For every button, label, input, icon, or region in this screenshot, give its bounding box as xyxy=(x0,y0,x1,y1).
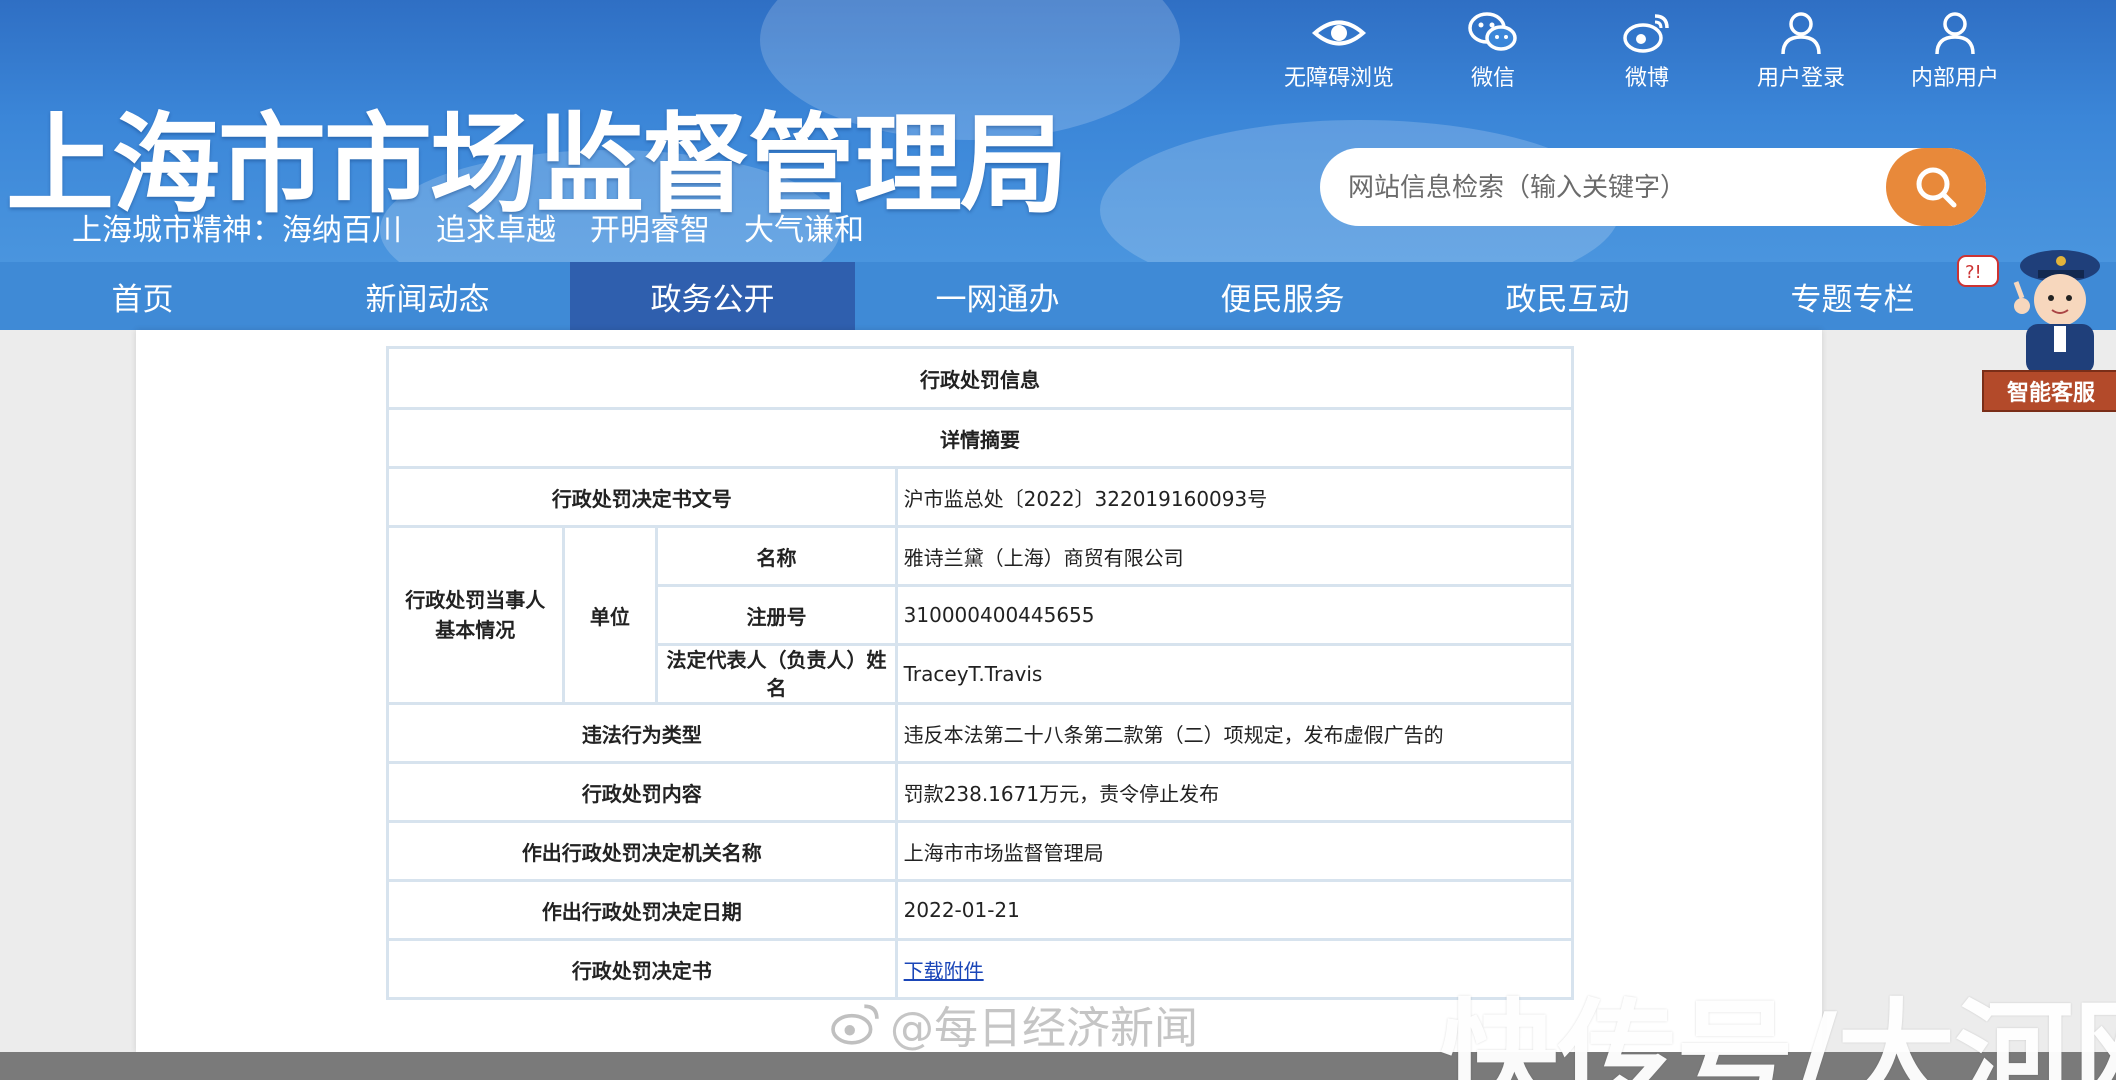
user-icon xyxy=(1935,12,1975,55)
table-row: 作出行政处罚决定机关名称 上海市市场监督管理局 xyxy=(386,820,1575,882)
page: 上海市市场监督管理局 上海城市精神：海纳百川 追求卓越 开明睿智 大气谦和 无障碍浏览 xyxy=(0,0,2116,1080)
slogan-part: 大气谦和 xyxy=(744,213,864,248)
nav-item-interaction[interactable]: 政民互动 xyxy=(1425,262,1710,330)
eye-icon xyxy=(1311,20,1367,46)
name-label: 名称 xyxy=(655,525,898,587)
weibo-icon xyxy=(831,1004,879,1045)
weibo-icon xyxy=(1623,14,1669,53)
penalty-content-value: 罚款238.1671万元，责令停止发布 xyxy=(894,761,1575,823)
customer-service-mascot-icon: ?! xyxy=(1957,250,2100,374)
violation-type-value: 违反本法第二十八条第二款第（二）项规定，发布虚假广告的 xyxy=(894,702,1575,764)
user-login-button[interactable]: 用户登录 xyxy=(1724,10,1878,92)
main-nav: 首页 新闻动态 政务公开 一网通办 便民服务 政民互动 专题专栏 xyxy=(0,262,2116,330)
table-summary-heading: 详情摘要 xyxy=(386,407,1574,469)
search-button[interactable] xyxy=(1886,148,1986,226)
smart-customer-service[interactable]: ?! 智能客服 xyxy=(1956,236,2116,412)
accessibility-button[interactable]: 无障碍浏览 xyxy=(1262,10,1416,92)
doc-number-label: 行政处罚决定书文号 xyxy=(386,466,898,528)
table-row: 行政处罚决定书文号 沪市监总处〔2022〕322019160093号 xyxy=(386,466,1575,528)
source-watermark: 快传号/大河网 xyxy=(1440,987,2116,1080)
customer-service-label[interactable]: 智能客服 xyxy=(1982,370,2116,412)
nav-item-government-affairs[interactable]: 政务公开 xyxy=(570,262,855,330)
search-input[interactable] xyxy=(1346,148,1870,228)
penalty-content-label: 行政处罚内容 xyxy=(386,761,898,823)
table-row: 行政处罚决定书 下载附件 xyxy=(386,938,1575,1000)
table-row: 作出行政处罚决定日期 2022-01-21 xyxy=(386,879,1575,941)
internal-user-label: 内部用户 xyxy=(1910,66,1999,91)
table-row: 行政处罚信息 xyxy=(386,346,1574,410)
table-row: 详情摘要 xyxy=(386,407,1574,469)
nav-item-one-network[interactable]: 一网通办 xyxy=(855,262,1140,330)
nav-item-public-service[interactable]: 便民服务 xyxy=(1140,262,1425,330)
user-icon xyxy=(1781,12,1821,55)
watermark-text: @每日经济新闻 xyxy=(890,1003,1198,1054)
legal-rep-label: 法定代表人（负责人）姓名 xyxy=(655,643,898,705)
nav-item-news[interactable]: 新闻动态 xyxy=(285,262,570,330)
internal-user-button[interactable]: 内部用户 xyxy=(1878,10,2032,92)
weibo-watermark: @每日经济新闻 xyxy=(826,992,1198,1056)
decision-doc-label: 行政处罚决定书 xyxy=(386,938,898,1000)
registration-label: 注册号 xyxy=(655,584,898,646)
table-row: 违法行为类型 违反本法第二十八条第二款第（二）项规定，发布虚假广告的 xyxy=(386,702,1575,764)
registration-value: 310000400445655 xyxy=(894,584,1575,646)
city-slogan: 上海城市精神：海纳百川 追求卓越 开明睿智 大气谦和 xyxy=(72,205,898,249)
legal-rep-value: TraceyT.Travis xyxy=(894,643,1575,705)
doc-number-value: 沪市监总处〔2022〕322019160093号 xyxy=(894,466,1575,528)
user-login-label: 用户登录 xyxy=(1756,66,1845,91)
wechat-label: 微信 xyxy=(1470,66,1515,91)
nav-item-special-topics[interactable]: 专题专栏 xyxy=(1710,262,1995,330)
weibo-label: 微博 xyxy=(1624,66,1669,91)
unit-label: 单位 xyxy=(561,525,659,705)
top-toolbar: 无障碍浏览 微信 微博 用户登录 内部用户 xyxy=(1262,10,2032,92)
slogan-part: 开明睿智 xyxy=(590,213,710,248)
decision-date-label: 作出行政处罚决定日期 xyxy=(386,879,898,941)
authority-value: 上海市市场监督管理局 xyxy=(894,820,1575,882)
weibo-button[interactable]: 微博 xyxy=(1570,10,1724,92)
download-attachment-link[interactable]: 下载附件 xyxy=(904,959,984,983)
authority-label: 作出行政处罚决定机关名称 xyxy=(386,820,898,882)
name-value: 雅诗兰黛（上海）商贸有限公司 xyxy=(894,525,1575,587)
nav-item-home[interactable]: 首页 xyxy=(0,262,285,330)
search-icon xyxy=(1916,167,1957,208)
site-header: 上海市市场监督管理局 上海城市精神：海纳百川 追求卓越 开明睿智 大气谦和 无障碍浏览 xyxy=(0,0,2116,262)
accessibility-label: 无障碍浏览 xyxy=(1283,66,1394,91)
table-row: 行政处罚当事人基本情况 单位 名称 雅诗兰黛（上海）商贸有限公司 xyxy=(386,525,1575,705)
decision-date-value: 2022-01-21 xyxy=(894,879,1575,941)
svg-text:?!: ?! xyxy=(1965,262,1982,283)
search-box xyxy=(1320,148,1986,228)
wechat-button[interactable]: 微信 xyxy=(1416,10,1570,92)
violation-type-label: 违法行为类型 xyxy=(386,702,898,764)
wechat-icon xyxy=(1468,12,1517,51)
penalty-info-table: 行政处罚信息 详情摘要 行政处罚决定书文号 沪市监总处〔2022〕3220191… xyxy=(386,346,1575,1000)
slogan-part: 追求卓越 xyxy=(436,213,556,248)
party-info-label: 行政处罚当事人基本情况 xyxy=(386,525,565,705)
slogan-part: 上海城市精神：海纳百川 xyxy=(72,213,402,248)
table-title: 行政处罚信息 xyxy=(386,346,1574,410)
table-row: 行政处罚内容 罚款238.1671万元，责令停止发布 xyxy=(386,761,1575,823)
